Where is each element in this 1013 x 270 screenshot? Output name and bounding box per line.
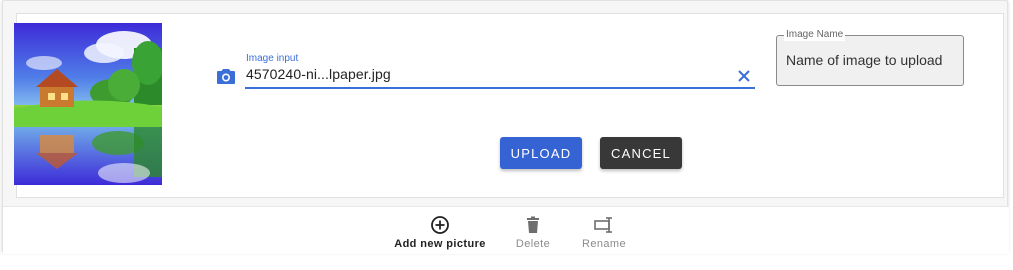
image-input-underline — [245, 87, 755, 89]
add-new-picture-button[interactable]: Add new picture — [392, 215, 488, 250]
delete-button[interactable]: Delete — [511, 215, 555, 250]
image-preview — [14, 23, 162, 185]
picture-toolbar: Add new picture Delete Rename — [3, 206, 1009, 254]
close-icon[interactable] — [736, 68, 752, 84]
image-input-label: Image input — [246, 53, 299, 64]
upload-button[interactable]: UPLOAD — [500, 137, 582, 169]
rename-icon — [594, 217, 612, 233]
image-name-placeholder: Name of image to upload — [786, 52, 943, 68]
cancel-button[interactable]: CANCEL — [600, 137, 682, 169]
add-new-picture-label: Add new picture — [394, 238, 486, 250]
image-input-field[interactable]: 4570240-ni...lpaper.jpg — [246, 66, 391, 82]
rename-button[interactable]: Rename — [579, 215, 629, 250]
rename-label: Rename — [582, 238, 626, 250]
image-name-legend: Image Name — [784, 29, 846, 41]
camera-icon — [217, 69, 235, 84]
plus-circle-icon — [431, 216, 449, 234]
trash-icon — [527, 216, 539, 233]
delete-label: Delete — [515, 238, 551, 250]
